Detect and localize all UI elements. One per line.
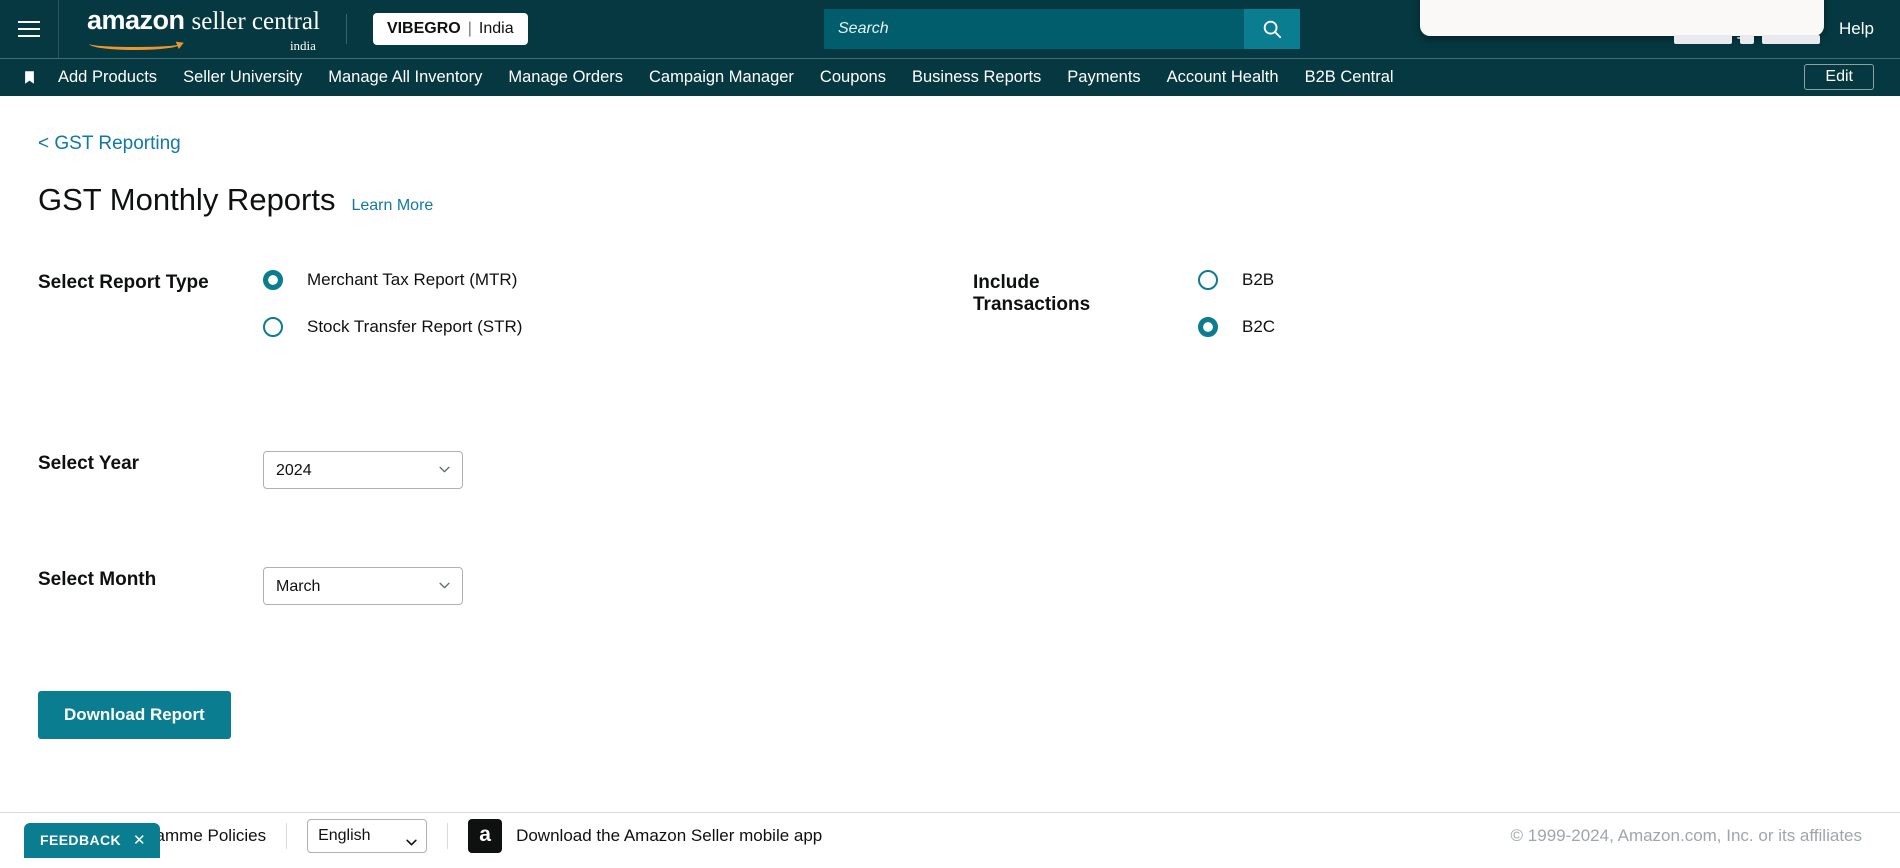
download-mobile-app-link[interactable]: Download the Amazon Seller mobile app — [516, 826, 822, 846]
radio-option-b2c[interactable]: B2C — [1198, 317, 1275, 337]
amazon-smile-icon — [89, 37, 181, 50]
main-navigation-bar: Add Products Seller University Manage Al… — [0, 58, 1900, 96]
download-report-button[interactable]: Download Report — [38, 691, 231, 739]
month-select-wrap: JanuaryFebruaryMarchAprilMayJuneJulyAugu… — [263, 567, 463, 605]
download-notification-popup[interactable]: 9.3 KB • Done — [1420, 0, 1824, 44]
include-transactions-label-line1: Include — [973, 272, 1040, 293]
month-select[interactable]: JanuaryFebruaryMarchAprilMayJuneJulyAugu… — [263, 567, 463, 605]
footer-divider — [286, 822, 288, 849]
nav-item-business-reports[interactable]: Business Reports — [912, 68, 1041, 87]
hamburger-line — [18, 28, 40, 30]
download-popup-chip — [1674, 35, 1732, 44]
search-icon — [1263, 20, 1282, 39]
header-divider — [345, 14, 347, 44]
radio-option-b2b[interactable]: B2B — [1198, 270, 1275, 290]
year-select-wrap: 20242023202220212020 — [263, 451, 463, 489]
nav-item-manage-orders[interactable]: Manage Orders — [508, 68, 623, 87]
hamburger-line — [18, 35, 40, 37]
select-year-row: Select Year 20242023202220212020 — [38, 451, 1862, 489]
breadcrumb-back-link[interactable]: < GST Reporting — [38, 133, 181, 155]
nav-item-add-products[interactable]: Add Products — [58, 68, 157, 87]
nav-item-manage-all-inventory[interactable]: Manage All Inventory — [328, 68, 482, 87]
year-select[interactable]: 20242023202220212020 — [263, 451, 463, 489]
radio-indicator-b2b[interactable] — [1198, 270, 1218, 290]
bookmark-icon[interactable] — [0, 68, 58, 87]
feedback-tab[interactable]: FEEDBACK ✕ — [24, 823, 160, 858]
close-icon[interactable]: ✕ — [133, 831, 146, 849]
footer-divider — [447, 822, 449, 849]
select-month-row: Select Month JanuaryFebruaryMarchAprilMa… — [38, 567, 1862, 605]
language-select[interactable]: Englishहिन्दीதமிழ் — [307, 818, 428, 853]
logo-amazon-text: amazon — [87, 4, 185, 35]
search-button[interactable] — [1244, 9, 1300, 49]
nav-item-campaign-manager[interactable]: Campaign Manager — [649, 68, 794, 87]
logo-marketplace-text: india — [289, 37, 316, 53]
top-header-bar: amazon seller central india VIBEGRO | In… — [0, 0, 1900, 58]
nav-item-seller-university[interactable]: Seller University — [183, 68, 302, 87]
hamburger-menu-icon[interactable] — [0, 0, 58, 58]
radio-indicator-mtr[interactable] — [263, 270, 283, 290]
main-content: < GST Reporting GST Monthly Reports Lear… — [0, 96, 1900, 858]
radio-indicator-b2c[interactable] — [1198, 317, 1218, 337]
store-selector[interactable]: VIBEGRO | India — [372, 13, 528, 45]
amazon-seller-central-logo[interactable]: amazon seller central india — [59, 5, 346, 54]
nav-item-payments[interactable]: Payments — [1067, 68, 1140, 87]
select-report-type-label: Select Report Type — [38, 272, 209, 293]
learn-more-link[interactable]: Learn More — [351, 197, 433, 215]
header-help-link[interactable]: Help — [1839, 19, 1874, 39]
include-transactions-radio-group: B2B B2C — [1198, 270, 1275, 337]
hamburger-line — [18, 21, 40, 23]
search-bar — [824, 9, 1300, 49]
radio-label-b2c: B2C — [1242, 317, 1276, 336]
nav-item-b2b-central[interactable]: B2B Central — [1305, 68, 1394, 87]
radio-label-str: Stock Transfer Report (STR) — [307, 317, 523, 336]
radio-label-b2b: B2B — [1242, 270, 1275, 289]
search-input[interactable] — [824, 9, 1244, 49]
nav-item-coupons[interactable]: Coupons — [820, 68, 886, 87]
include-transactions-label-line2: Transactions — [973, 294, 1091, 316]
radio-indicator-str[interactable] — [263, 317, 283, 337]
select-year-label: Select Year — [38, 453, 140, 474]
edit-navigation-button[interactable]: Edit — [1804, 64, 1874, 90]
include-transactions-group: Include Transactions B2B B2C — [973, 270, 1275, 337]
copyright-text: © 1999-2024, Amazon.com, Inc. or its aff… — [1510, 825, 1862, 845]
page-footer: Help Programme Policies Englishहिन्दीதமி… — [0, 812, 1900, 858]
amazon-app-icon[interactable]: a — [468, 818, 503, 853]
page-title: GST Monthly Reports — [38, 182, 336, 217]
language-select-wrap: Englishहिन्दीதமிழ் — [307, 818, 428, 853]
radio-label-mtr: Merchant Tax Report (MTR) — [307, 270, 518, 289]
download-popup-chip — [1762, 35, 1820, 44]
page-title-row: GST Monthly Reports Learn More — [38, 182, 1862, 218]
nav-items: Add Products Seller University Manage Al… — [58, 68, 1394, 87]
feedback-label: FEEDBACK — [40, 832, 121, 848]
amazon-app-icon-letter: a — [479, 823, 491, 846]
store-pipe: | — [467, 20, 472, 37]
store-name: VIBEGRO — [386, 20, 461, 37]
radio-option-str[interactable]: Stock Transfer Report (STR) — [263, 317, 522, 337]
nav-item-account-health[interactable]: Account Health — [1167, 68, 1279, 87]
report-type-radio-group: Merchant Tax Report (MTR) Stock Transfer… — [263, 270, 522, 337]
download-popup-footer — [1420, 34, 1824, 44]
radio-option-mtr[interactable]: Merchant Tax Report (MTR) — [263, 270, 522, 290]
logo-seller-central-text: seller central — [191, 7, 320, 35]
store-country: India — [478, 20, 514, 37]
select-month-label: Select Month — [38, 569, 157, 590]
report-type-row: Select Report Type Merchant Tax Report (… — [38, 270, 1862, 337]
download-popup-chip — [1740, 35, 1754, 44]
include-transactions-label: Include Transactions — [973, 270, 1198, 337]
